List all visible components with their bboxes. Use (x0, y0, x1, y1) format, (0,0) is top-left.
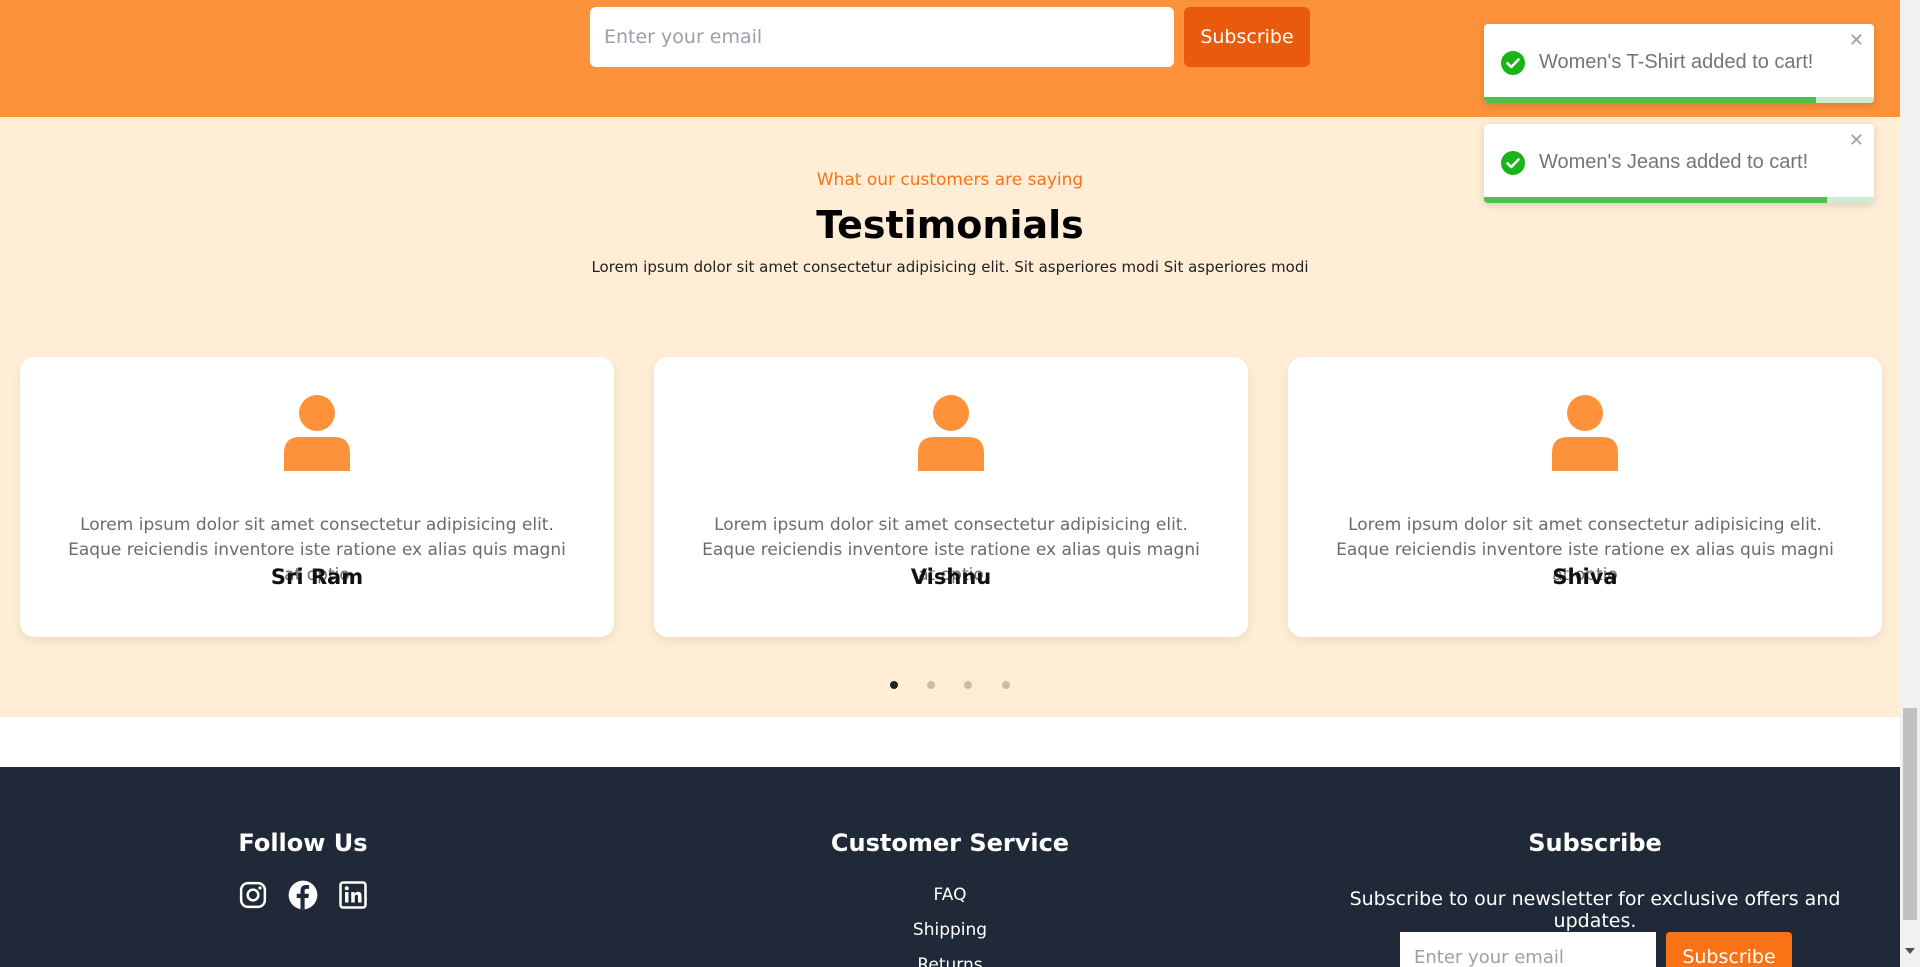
linkedin-icon[interactable] (338, 880, 368, 910)
user-icon (1552, 395, 1618, 471)
testimonials-lead: Lorem ipsum dolor sit amet consectetur a… (591, 258, 1309, 276)
toast-progress-bar (1484, 197, 1874, 203)
footer-link-shipping[interactable]: Shipping (850, 920, 1050, 940)
carousel-dot[interactable] (1002, 681, 1010, 689)
instagram-icon[interactable] (238, 880, 268, 910)
user-icon (918, 395, 984, 471)
footer-subscribe-title: Subscribe (1528, 829, 1662, 857)
footer-follow-title: Follow Us (238, 829, 368, 857)
footer-subscribe-button[interactable]: Subscribe (1666, 932, 1792, 967)
testimonial-card: Lorem ipsum dolor sit amet consectetur a… (20, 357, 614, 637)
toast-close-icon[interactable]: ✕ (1849, 30, 1864, 51)
toast-progress-fill (1484, 197, 1828, 203)
check-circle-icon (1501, 151, 1525, 175)
check-circle-icon (1501, 51, 1525, 75)
toast-close-icon[interactable]: ✕ (1849, 130, 1864, 151)
footer-link-returns[interactable]: Returns (850, 955, 1050, 967)
toast-message: Women's Jeans added to cart! (1539, 151, 1809, 173)
scrollbar-thumb[interactable] (1903, 708, 1917, 920)
testimonial-name: Shiva (1552, 565, 1618, 589)
testimonials-section: What our customers are saying Testimonia… (0, 117, 1900, 717)
carousel-dot[interactable] (927, 681, 935, 689)
footer: Follow Us Customer Service FAQ Shipping … (0, 767, 1900, 967)
facebook-icon[interactable] (288, 880, 318, 910)
carousel-dot[interactable] (890, 681, 898, 689)
footer-customer-service-title: Customer Service (830, 829, 1070, 857)
toast-notification: Women's T-Shirt added to cart! ✕ (1484, 24, 1874, 103)
toast-notification: Women's Jeans added to cart! ✕ (1484, 124, 1874, 203)
toast-progress-bar (1484, 97, 1874, 103)
testimonial-card: Lorem ipsum dolor sit amet consectetur a… (1288, 357, 1882, 637)
scroll-down-arrow-icon[interactable] (1905, 948, 1915, 954)
footer-link-faq[interactable]: FAQ (850, 885, 1050, 905)
testimonial-name: Vishnu (910, 565, 992, 589)
testimonials-title: Testimonials (816, 203, 1084, 247)
testimonial-name: Sri Ram (270, 565, 364, 589)
footer-subscribe-text: Subscribe to our newsletter for exclusiv… (1349, 888, 1841, 932)
toast-progress-fill (1484, 97, 1816, 103)
carousel-dot[interactable] (964, 681, 972, 689)
footer-email-input[interactable] (1400, 932, 1656, 967)
testimonial-card: Lorem ipsum dolor sit amet consectetur a… (654, 357, 1248, 637)
user-icon (284, 395, 350, 471)
toast-message: Women's T-Shirt added to cart! (1539, 51, 1814, 73)
newsletter-email-input[interactable] (590, 7, 1174, 67)
newsletter-subscribe-button[interactable]: Subscribe (1184, 7, 1310, 67)
page-scrollbar[interactable] (1900, 0, 1920, 967)
